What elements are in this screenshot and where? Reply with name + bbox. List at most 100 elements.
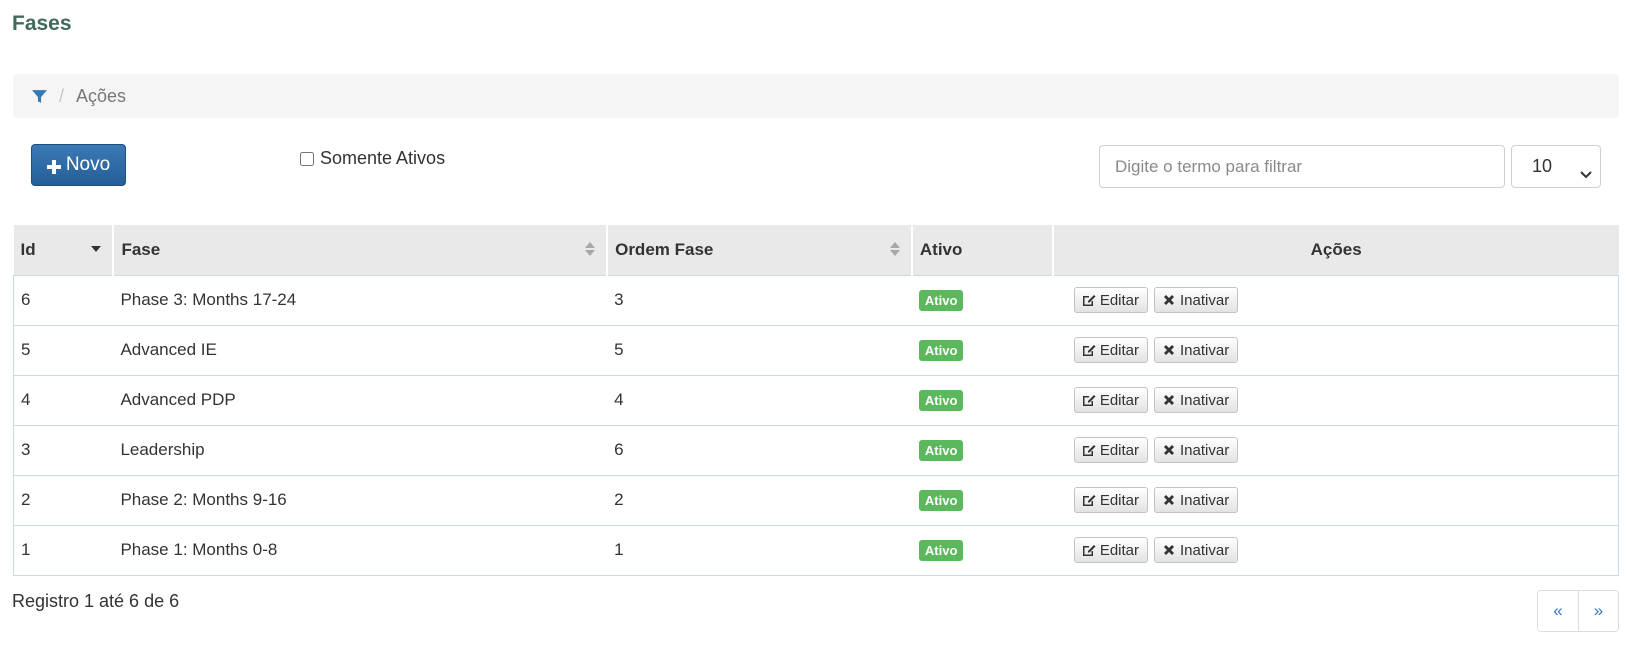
edit-button-label: Editar — [1099, 291, 1139, 309]
status-badge: Ativo — [918, 389, 964, 411]
row-actions: Editar Inativar — [1060, 537, 1611, 563]
breadcrumb-current: Ações — [76, 85, 127, 106]
cell-acoes: Editar Inativar — [1052, 424, 1619, 475]
edit-button-label: Editar — [1099, 541, 1139, 559]
edit-icon — [1082, 295, 1096, 306]
breadcrumb-separator: / — [59, 85, 65, 106]
cell-id: 5 — [13, 324, 114, 375]
deactivate-button[interactable]: Inativar — [1154, 337, 1239, 363]
cell-ordem-fase: 6 — [607, 424, 912, 475]
pagination-next[interactable]: » — [1578, 591, 1618, 631]
records-info: Registro 1 até 6 de 6 — [12, 591, 180, 611]
cell-id: 1 — [13, 524, 114, 575]
cell-ordem-fase: 2 — [607, 474, 912, 525]
cell-id: 2 — [13, 474, 114, 525]
edit-button[interactable]: Editar — [1073, 337, 1148, 363]
column-header-id[interactable]: Id — [13, 225, 115, 275]
column-header-ordem-fase[interactable]: Ordem Fase — [607, 225, 913, 275]
plus-icon — [46, 158, 61, 174]
edit-icon — [1082, 345, 1096, 356]
row-actions: Editar Inativar — [1060, 437, 1611, 463]
cell-acoes: Editar Inativar — [1052, 374, 1619, 425]
deactivate-button-label: Inativar — [1180, 391, 1230, 409]
edit-icon — [1082, 545, 1096, 556]
only-active-checkbox[interactable] — [300, 151, 314, 166]
edit-button[interactable]: Editar — [1073, 287, 1148, 313]
row-actions: Editar Inativar — [1060, 487, 1611, 513]
table-row: 2 Phase 2: Months 9-16 2 Ativo Editar Inativa… — [13, 474, 1619, 525]
page-size-select[interactable]: 10 — [1511, 145, 1601, 188]
row-actions: Editar Inativar — [1060, 287, 1611, 313]
status-badge: Ativo — [918, 339, 964, 361]
deactivate-button-label: Inativar — [1180, 491, 1230, 509]
cell-acoes: Editar Inativar — [1053, 275, 1619, 325]
deactivate-button-label: Inativar — [1180, 541, 1230, 559]
close-icon — [1164, 445, 1174, 455]
cell-fase: Phase 1: Months 0-8 — [113, 524, 608, 575]
cell-ativo: Ativo — [912, 275, 1053, 325]
cell-ativo: Ativo — [911, 474, 1053, 525]
edit-button[interactable]: Editar — [1073, 387, 1148, 413]
status-badge: Ativo — [918, 539, 964, 561]
cell-ordem-fase: 5 — [607, 324, 912, 375]
edit-button-label: Editar — [1099, 391, 1139, 409]
only-active-label: Somente Ativos — [320, 148, 446, 168]
deactivate-button[interactable]: Inativar — [1154, 437, 1239, 463]
cell-acoes: Editar Inativar — [1052, 474, 1619, 525]
deactivate-button[interactable]: Inativar — [1154, 537, 1239, 563]
edit-button-label: Editar — [1099, 341, 1139, 359]
edit-icon — [1082, 495, 1096, 506]
cell-fase: Phase 2: Months 9-16 — [113, 474, 608, 525]
edit-button[interactable]: Editar — [1073, 437, 1148, 463]
table-row: 3 Leadership 6 Ativo Editar Inativar — [13, 424, 1619, 475]
cell-ordem-fase: 3 — [614, 290, 624, 309]
filter-icon[interactable] — [31, 88, 48, 105]
edit-button[interactable]: Editar — [1073, 537, 1148, 563]
deactivate-button[interactable]: Inativar — [1154, 487, 1239, 513]
cell-fase: Advanced IE — [113, 324, 608, 375]
cell-ordem-fase: 4 — [607, 374, 912, 425]
deactivate-button-label: Inativar — [1180, 291, 1230, 309]
cell-ativo: Ativo — [911, 424, 1053, 475]
cell-fase: Phase 3: Months 17-24 — [120, 290, 297, 309]
edit-icon — [1082, 445, 1096, 456]
cell-acoes: Editar Inativar — [1052, 524, 1619, 575]
table-row: 5 Advanced IE 5 Ativo Editar Inativar — [13, 324, 1619, 375]
deactivate-button-label: Inativar — [1180, 441, 1230, 459]
deactivate-button-label: Inativar — [1180, 341, 1230, 359]
cell-id: 6 — [21, 290, 31, 309]
sort-icon — [585, 242, 596, 256]
pagination-prev[interactable]: « — [1538, 591, 1578, 631]
cell-acoes: Editar Inativar — [1052, 324, 1619, 375]
column-header-acoes: Ações — [1052, 225, 1619, 275]
new-button[interactable]: Novo — [31, 144, 126, 186]
status-badge: Ativo — [918, 289, 964, 311]
sort-icon — [889, 242, 900, 256]
close-icon — [1164, 345, 1174, 355]
close-icon — [1164, 295, 1174, 305]
deactivate-button[interactable]: Inativar — [1154, 387, 1239, 413]
page-title: Fases — [12, 12, 72, 35]
cell-ordem-fase: 1 — [607, 524, 912, 575]
column-header-fase[interactable]: Fase — [113, 225, 609, 275]
search-input[interactable] — [1099, 145, 1505, 188]
deactivate-button[interactable]: Inativar — [1154, 287, 1239, 313]
row-actions: Editar Inativar — [1060, 337, 1611, 363]
only-active-filter[interactable]: Somente Ativos — [300, 148, 445, 169]
cell-id: 3 — [13, 424, 114, 475]
table-row: 4 Advanced PDP 4 Ativo Editar Inativar — [13, 374, 1619, 425]
breadcrumb: / Ações — [13, 74, 1619, 118]
page: Fases / Ações Novo Somente Ativos 10 — [0, 0, 1629, 647]
edit-button-label: Editar — [1099, 491, 1139, 509]
new-button-label: Novo — [65, 154, 111, 175]
close-icon — [1164, 395, 1174, 405]
edit-button[interactable]: Editar — [1073, 487, 1148, 513]
chevron-down-icon — [1580, 163, 1592, 178]
table-row: 6 Phase 3: Months 17-24 3 Ativo Editar Inativ… — [14, 275, 1619, 325]
cell-fase: Advanced PDP — [113, 374, 608, 425]
table-row: 1 Phase 1: Months 0-8 1 Ativo Editar Inativar — [13, 524, 1619, 575]
table-header-row: Id Fase Ordem Fase Ativo Ações — [13, 225, 1619, 275]
phases-table: Id Fase Ordem Fase Ativo Ações 6 Phase 3:… — [13, 225, 1619, 576]
page-size-value: 10 — [1532, 156, 1553, 176]
pagination: « » — [1537, 590, 1619, 632]
